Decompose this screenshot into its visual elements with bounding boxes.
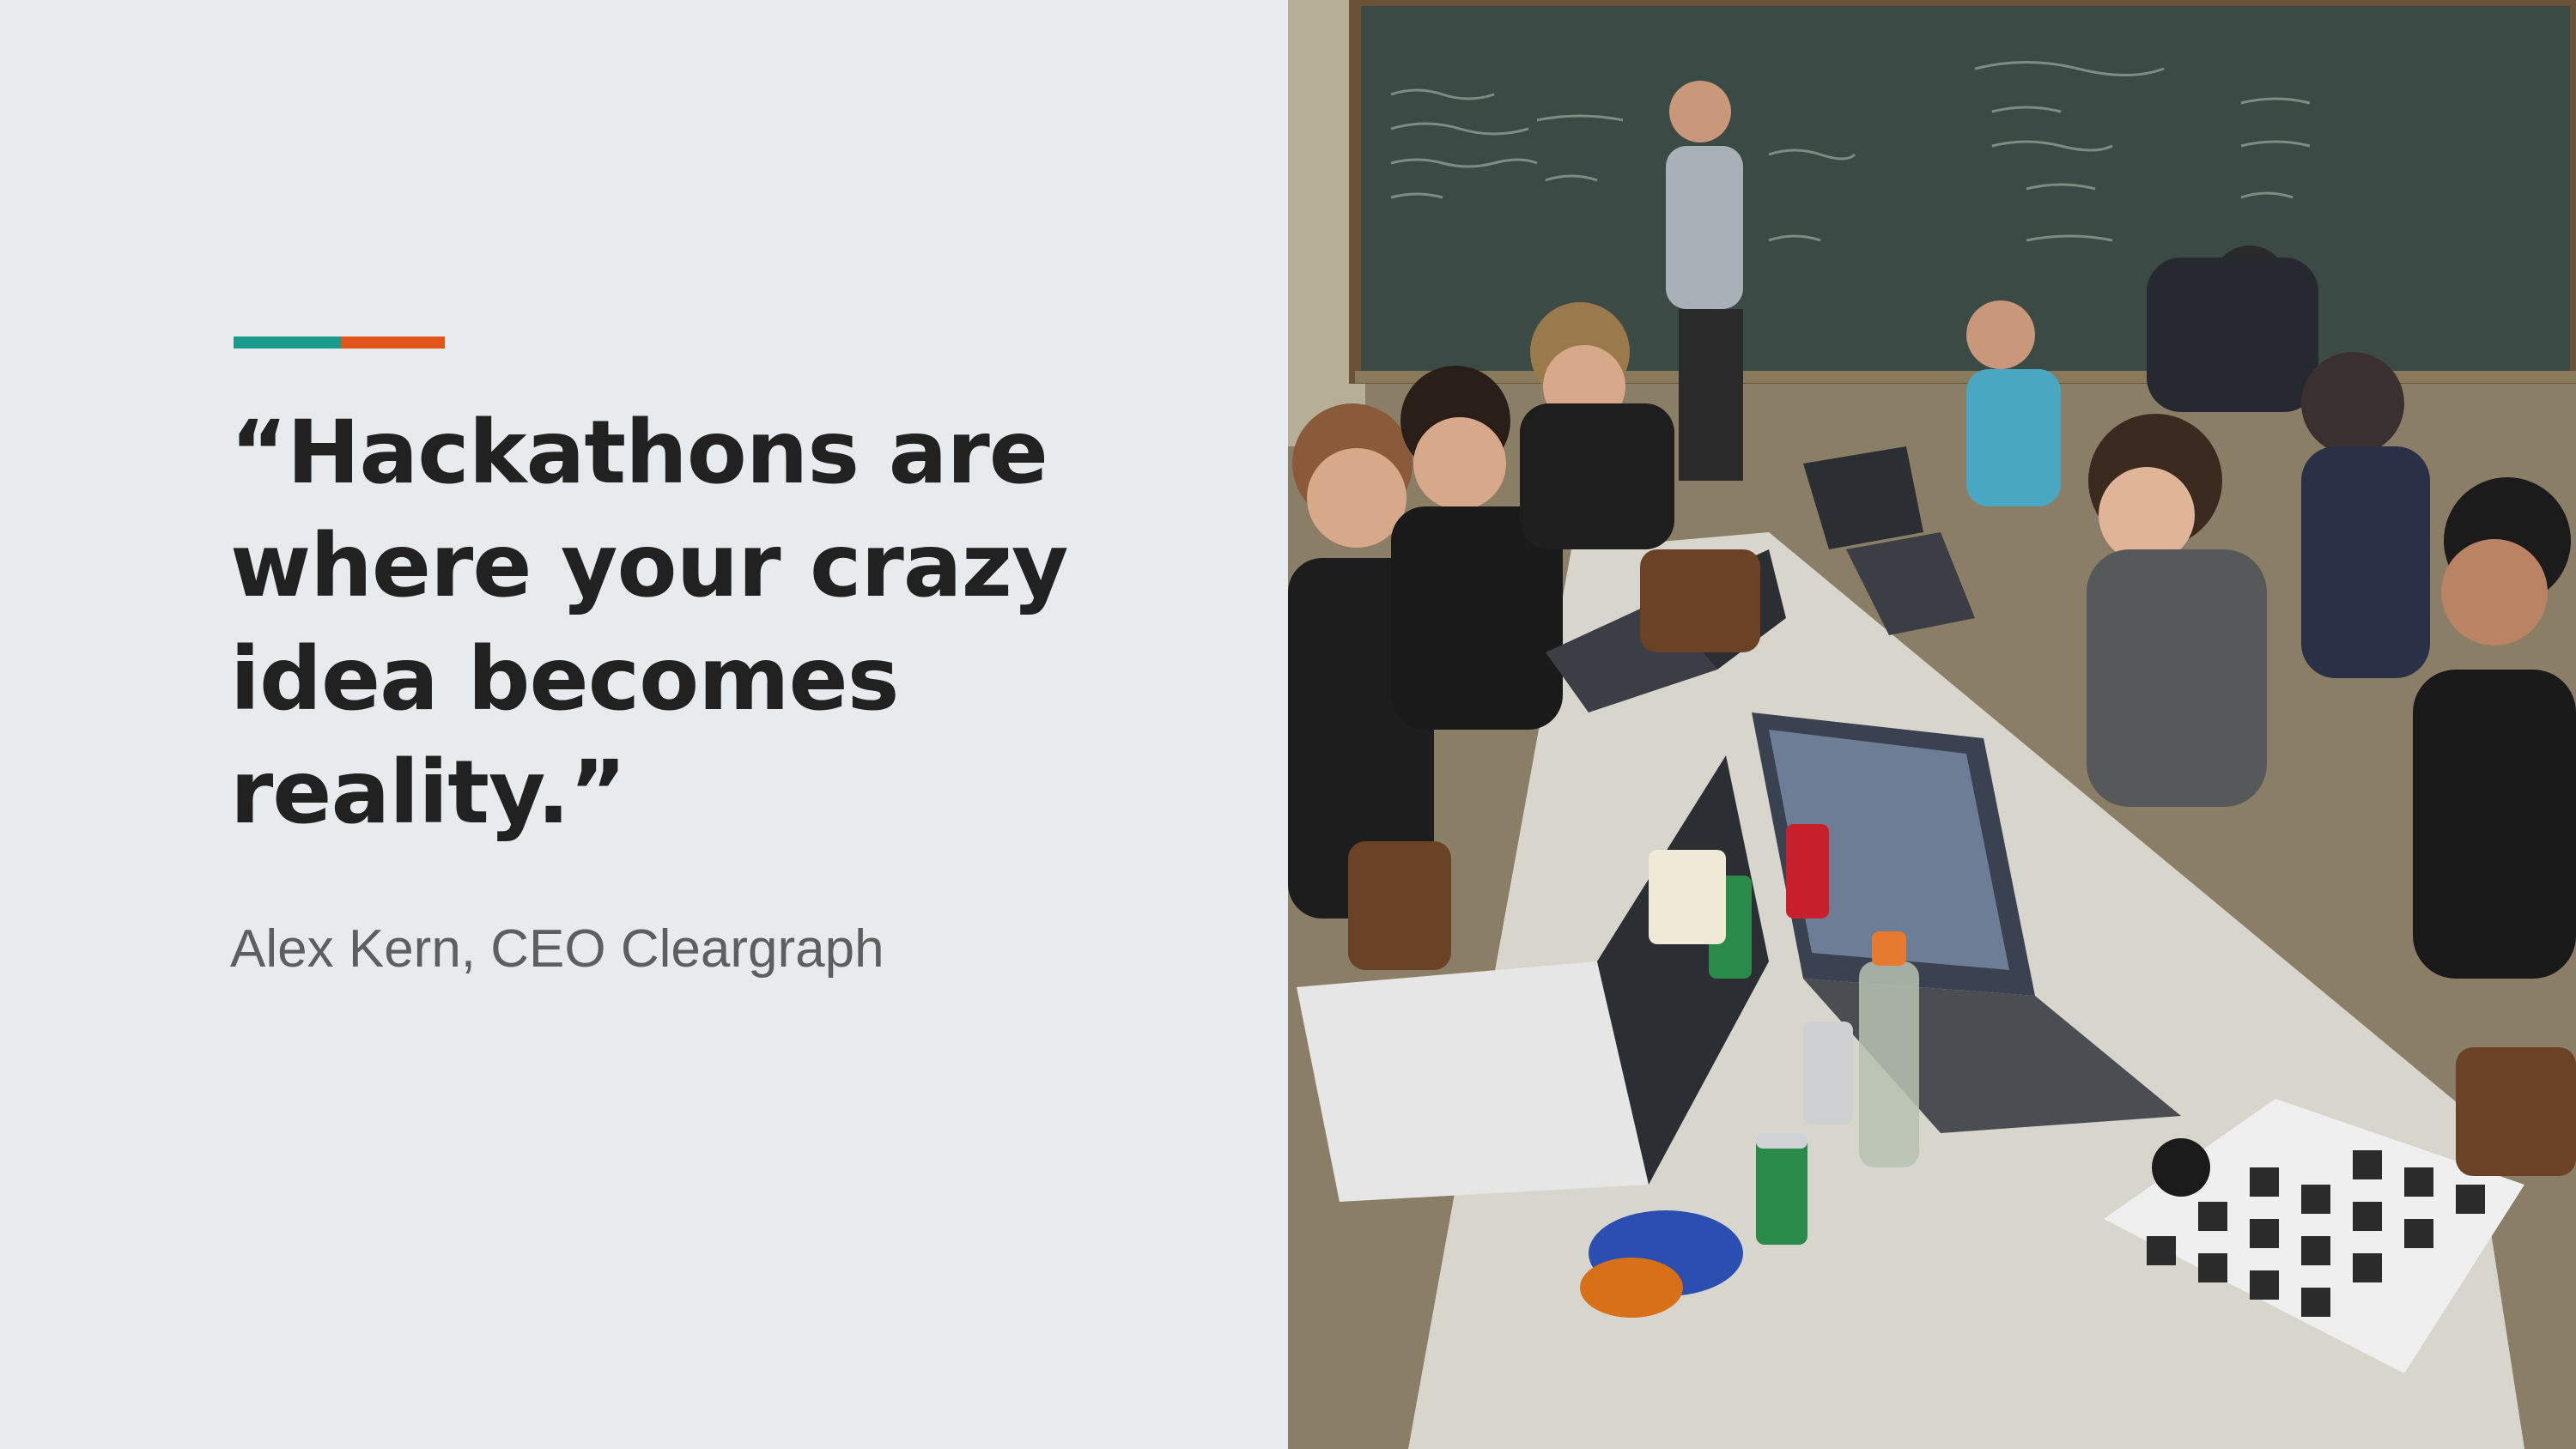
quote-text: “Hackathons are where your crazy idea be…: [230, 402, 1068, 844]
chalkboard: [1349, 0, 2576, 384]
slide: “Hackathons are where your crazy idea be…: [0, 0, 2576, 1449]
soda-can: [1756, 1133, 1807, 1245]
quote-attribution: Alex Kern, CEO Cleargraph: [230, 919, 884, 979]
accent-bar-orange: [341, 336, 445, 349]
webcam: [2152, 1138, 2210, 1197]
hackathon-photo: [1288, 0, 2576, 1449]
water-bottle: [1859, 961, 1919, 1167]
accent-bar: [234, 336, 445, 349]
accent-bar-teal: [234, 336, 341, 349]
